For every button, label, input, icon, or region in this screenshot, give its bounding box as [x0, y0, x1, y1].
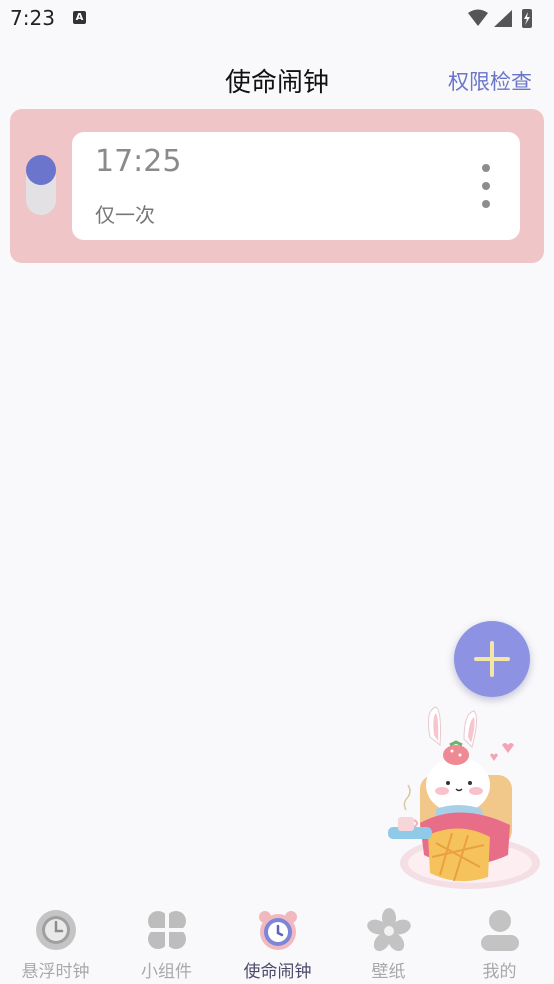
- floating-clock-icon: [36, 910, 76, 950]
- alarm-time: 17:25: [95, 144, 182, 179]
- nav-label: 我的: [482, 962, 517, 982]
- nav-label: 悬浮时钟: [21, 962, 90, 982]
- profile-icon: [481, 910, 519, 951]
- wifi-icon: [468, 9, 488, 26]
- alarm-item[interactable]: 17:25 仅一次: [72, 132, 520, 240]
- nav-item-mission-alarm[interactable]: 使命闹钟: [222, 898, 333, 984]
- alarm-card: 17:25 仅一次: [10, 109, 544, 263]
- nav-label: 小组件: [141, 962, 192, 982]
- status-bar: 7:23 A: [0, 0, 554, 40]
- nav-item-widgets[interactable]: 小组件: [111, 898, 222, 984]
- status-time: 7:23: [10, 6, 55, 30]
- plus-icon: [474, 641, 510, 677]
- screen: 7:23 A 使命闹钟 权限检查 17:25 仅一次 悬浮时钟 小组件 使命闹钟…: [0, 0, 554, 984]
- alarm-clock-icon: [259, 911, 297, 950]
- nav-label: 使命闹钟: [243, 962, 312, 982]
- bottom-nav: 悬浮时钟 小组件 使命闹钟 壁纸 我的: [0, 898, 554, 984]
- flower-icon: [367, 908, 411, 952]
- alarm-toggle[interactable]: [26, 155, 56, 215]
- more-options-icon[interactable]: [472, 160, 500, 212]
- add-alarm-button[interactable]: [454, 621, 530, 697]
- nav-item-profile[interactable]: 我的: [444, 898, 554, 984]
- alarm-repeat: 仅一次: [95, 203, 155, 227]
- notification-icon: A: [73, 11, 86, 24]
- permission-check-button[interactable]: 权限检查: [448, 66, 532, 96]
- toggle-thumb: [26, 155, 56, 185]
- nav-item-floating-clock[interactable]: 悬浮时钟: [0, 898, 111, 984]
- status-icons: [468, 9, 532, 28]
- nav-label: 壁纸: [371, 962, 406, 982]
- widget-clover-icon: [148, 911, 186, 949]
- cellular-signal-icon: [494, 10, 512, 27]
- nav-item-wallpaper[interactable]: 壁纸: [333, 898, 444, 984]
- bunny-illustration: [388, 706, 540, 889]
